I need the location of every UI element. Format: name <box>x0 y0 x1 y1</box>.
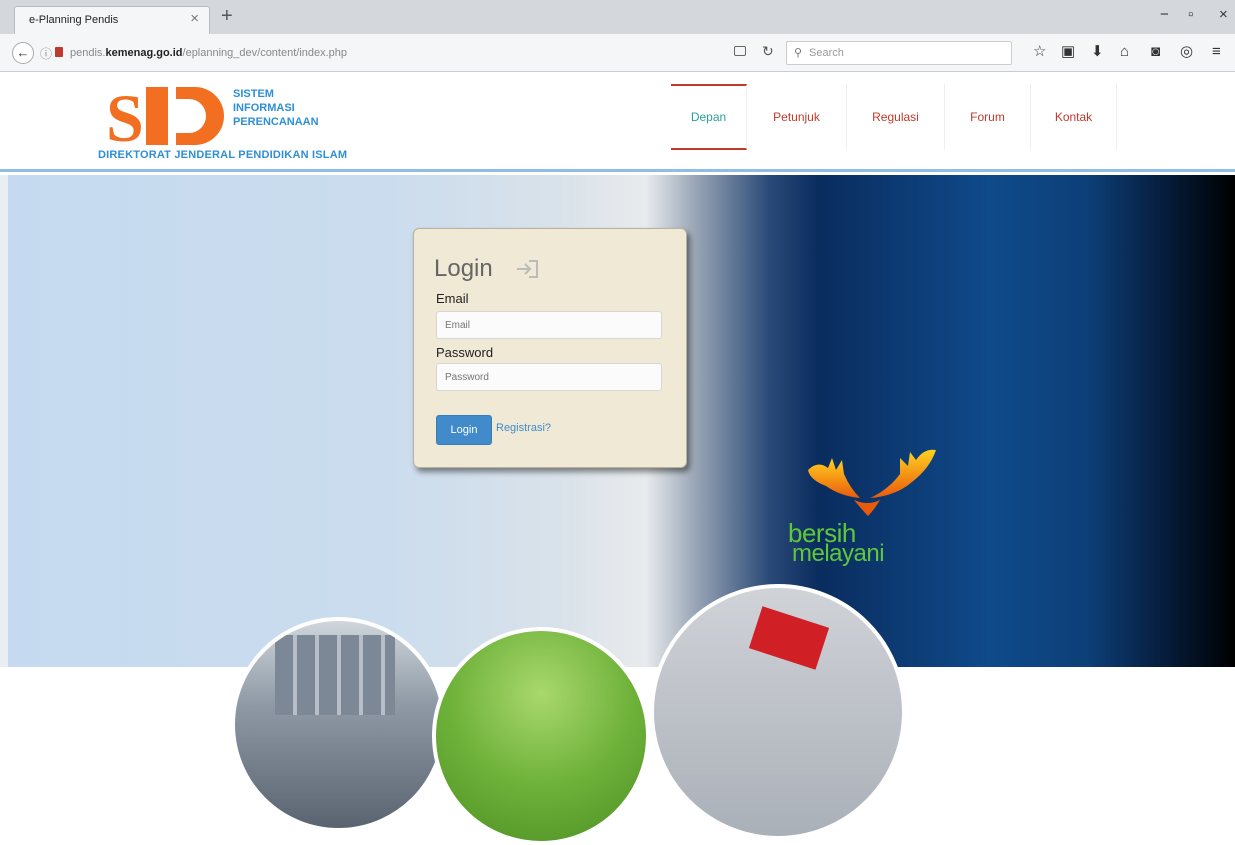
browser-tab-bar: e-Planning Pendis × + − ▫ × <box>0 0 1235 34</box>
logo-line: PERENCANAAN <box>233 116 319 128</box>
menu-icon[interactable]: ≡ <box>1212 43 1221 61</box>
close-window-icon[interactable]: × <box>1219 6 1228 24</box>
new-tab-button[interactable]: + <box>221 6 233 26</box>
login-button[interactable]: Login <box>436 415 492 445</box>
register-link[interactable]: Registrasi? <box>496 422 551 434</box>
building-photo-circle <box>231 617 446 832</box>
browser-nav-bar: ← ⓘ pendis.kemenag.go.id/eplanning_dev/c… <box>0 34 1235 72</box>
email-field[interactable] <box>436 311 662 339</box>
green-photo-circle <box>432 627 650 845</box>
logo-text: SISTEM INFORMASI PERENCANAAN <box>233 87 319 129</box>
logo-subtitle: DIREKTORAT JENDERAL PENDIDIKAN ISLAM <box>98 149 348 161</box>
logo-line: INFORMASI <box>233 102 295 114</box>
back-arrow-icon[interactable]: ← <box>12 42 34 64</box>
minimize-icon[interactable]: − <box>1160 6 1169 24</box>
home-icon[interactable]: ⌂ <box>1120 43 1129 61</box>
bersih-melayani-logo: bersih melayani <box>788 440 948 570</box>
insecure-lock-icon[interactable] <box>55 47 63 57</box>
building-image <box>275 635 395 715</box>
search-input[interactable]: ⚲ Search <box>786 41 1012 65</box>
hero-left-edge <box>0 175 8 667</box>
close-tab-icon[interactable]: × <box>190 11 199 27</box>
browser-tab[interactable]: e-Planning Pendis × <box>14 6 210 34</box>
reload-icon[interactable]: ↻ <box>762 43 774 60</box>
menu-item-kontak[interactable]: Kontak <box>1031 84 1117 150</box>
login-enter-icon <box>517 260 538 278</box>
search-icon: ⚲ <box>794 47 803 59</box>
password-field[interactable] <box>436 363 662 391</box>
reader-view-icon[interactable] <box>734 46 746 56</box>
url-path: /eplanning_dev/content/index.php <box>182 47 348 59</box>
password-label: Password <box>436 345 494 360</box>
menu-item-petunjuk[interactable]: Petunjuk <box>747 84 847 150</box>
maximize-icon[interactable]: ▫ <box>1188 6 1193 24</box>
email-label: Email <box>436 291 469 306</box>
hands-bird-icon <box>808 449 936 516</box>
sip-logo[interactable]: S SISTEM INFORMASI PERENCANAAN DIREKTORA… <box>98 80 398 163</box>
search-placeholder: Search <box>809 47 844 59</box>
tab-title: e-Planning Pendis <box>29 14 119 26</box>
pocket-icon[interactable]: ◙ <box>1151 43 1160 61</box>
clipboard-icon[interactable]: ▣ <box>1061 43 1075 61</box>
info-icon[interactable]: ⓘ <box>40 45 52 62</box>
site-header: S SISTEM INFORMASI PERENCANAAN DIREKTORA… <box>0 72 1235 172</box>
logo-letters-ip <box>146 87 224 145</box>
menu-item-regulasi[interactable]: Regulasi <box>847 84 945 150</box>
url-domain: kemenag.go.id <box>105 47 183 59</box>
flag-photo-circle <box>650 584 906 840</box>
logo-letter-s: S <box>106 80 144 156</box>
login-panel: Login Email Password Login Registrasi? <box>413 228 687 468</box>
extension-icon[interactable]: ◎ <box>1180 43 1193 61</box>
tagline-melayani: melayani <box>792 540 885 567</box>
url-prefix: pendis. <box>70 47 106 59</box>
download-icon[interactable]: ⬇ <box>1091 43 1104 61</box>
menu-item-depan[interactable]: Depan <box>671 84 747 150</box>
address-bar[interactable]: pendis.kemenag.go.id/eplanning_dev/conte… <box>70 47 347 59</box>
logo-line: SISTEM <box>233 88 274 100</box>
main-menu: Depan Petunjuk Regulasi Forum Kontak <box>671 84 1117 150</box>
bookmark-star-icon[interactable]: ☆ <box>1033 43 1046 61</box>
menu-item-forum[interactable]: Forum <box>945 84 1031 150</box>
login-title: Login <box>434 255 493 282</box>
flag-image <box>748 606 830 670</box>
